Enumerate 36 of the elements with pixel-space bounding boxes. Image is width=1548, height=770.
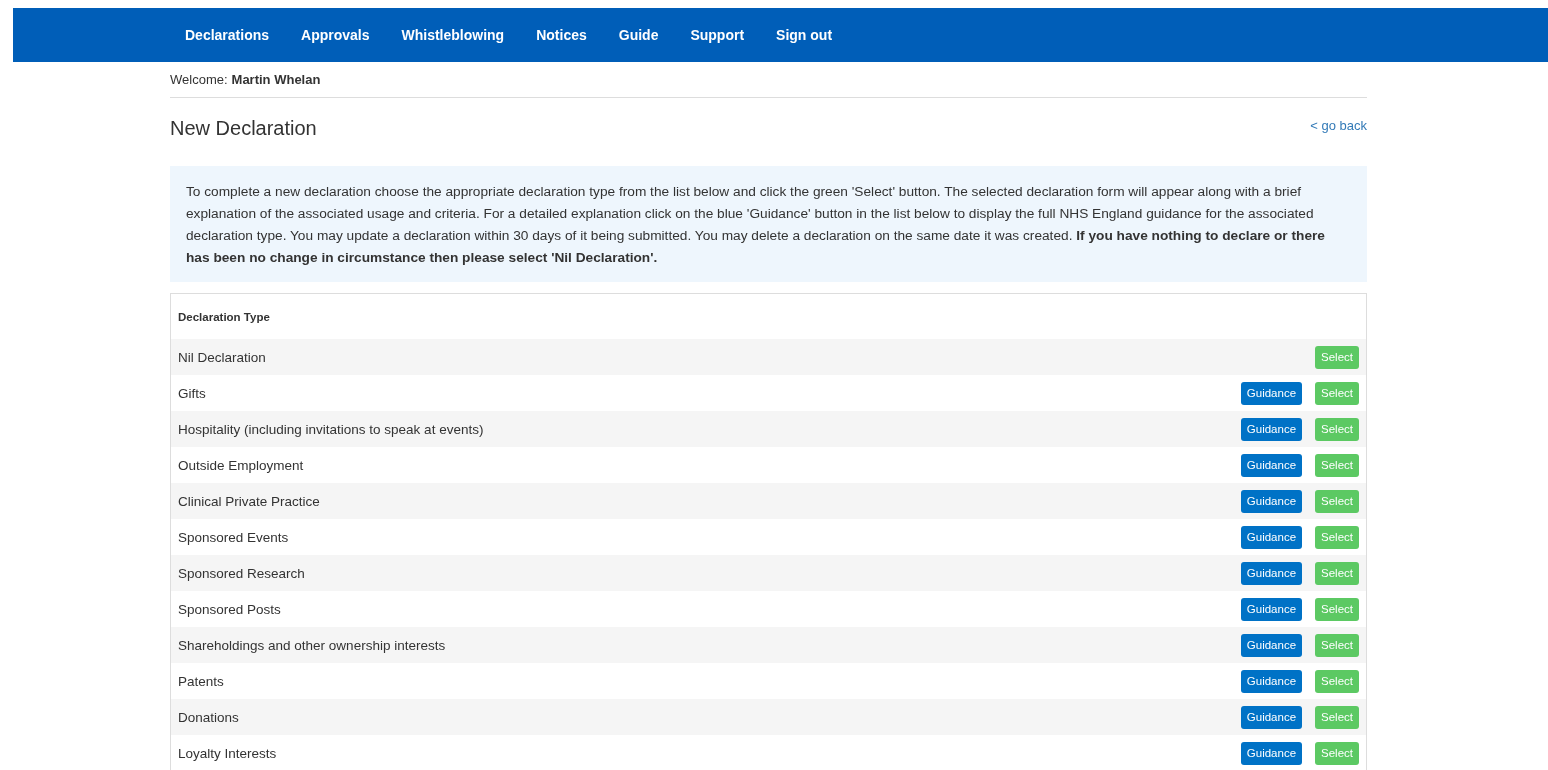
guidance-button[interactable]: Guidance — [1240, 633, 1303, 657]
declaration-type: Shareholdings and other ownership interests — [178, 637, 447, 653]
info-text: To complete a new declaration choose the appropriate declaration type from the list below and click the green 'Select' button. The selected declaration form will appear along with a brief explanation of the associated usage and criteria. For a detailed explanation click on the blue 'Guidance' button in the list below to display the full NHS England guidance for the associated declaration type. You may update a declaration within 30 days of it being submitted. You may delete a declaration on the same date it was created. If you have nothing to declare or there has been no change in circumstance then please select 'Nil Declaration'. — [186, 184, 1325, 265]
nav-link[interactable]: Sign out — [760, 27, 849, 43]
nav-link[interactable]: Support — [674, 27, 761, 43]
guidance-button[interactable]: Guidance — [1240, 741, 1303, 765]
guidance-button[interactable]: Guidance — [1240, 489, 1303, 513]
declaration-type: Patents — [178, 673, 225, 689]
declaration-type: Nil Declaration — [178, 349, 267, 365]
declaration-type: Loyalty Interests — [178, 745, 278, 761]
nav-link[interactable]: Whistleblowing — [385, 27, 521, 43]
declaration-type: Sponsored Events — [178, 529, 290, 545]
guidance-button[interactable]: Guidance — [1240, 381, 1303, 405]
declaration-type: Hospitality (including invitations to speak at events) — [178, 421, 485, 437]
guidance-button[interactable]: Guidance — [1240, 453, 1303, 477]
declaration-type: Sponsored Research — [178, 565, 306, 581]
guidance-button[interactable]: Guidance — [1240, 525, 1303, 549]
nav-link[interactable]: Guide — [602, 27, 675, 43]
guidance-button[interactable]: Guidance — [1240, 669, 1303, 693]
guidance-button[interactable]: Guidance — [1240, 597, 1303, 621]
declaration-type: Clinical Private Practice — [178, 493, 321, 509]
go-back-link[interactable]: < go back — [1310, 118, 1367, 133]
guidance-button[interactable]: Guidance — [1240, 417, 1303, 441]
declaration-type: Donations — [178, 709, 240, 725]
welcome-label: Welcome: — [170, 72, 228, 87]
declaration-type: Sponsored Posts — [178, 601, 282, 617]
nav-link[interactable]: Notices — [520, 27, 603, 43]
nav-link[interactable]: Approvals — [285, 27, 386, 43]
column-header: Declaration Type — [178, 310, 270, 323]
declaration-type: Gifts — [178, 385, 207, 401]
user-name: Martin Whelan — [231, 72, 321, 87]
page-title: New Declaration — [170, 117, 317, 140]
guidance-button[interactable]: Guidance — [1240, 705, 1303, 729]
guidance-button[interactable]: Guidance — [1240, 561, 1303, 585]
declaration-type: Outside Employment — [178, 457, 305, 473]
nav-link[interactable]: Declarations — [185, 27, 286, 43]
